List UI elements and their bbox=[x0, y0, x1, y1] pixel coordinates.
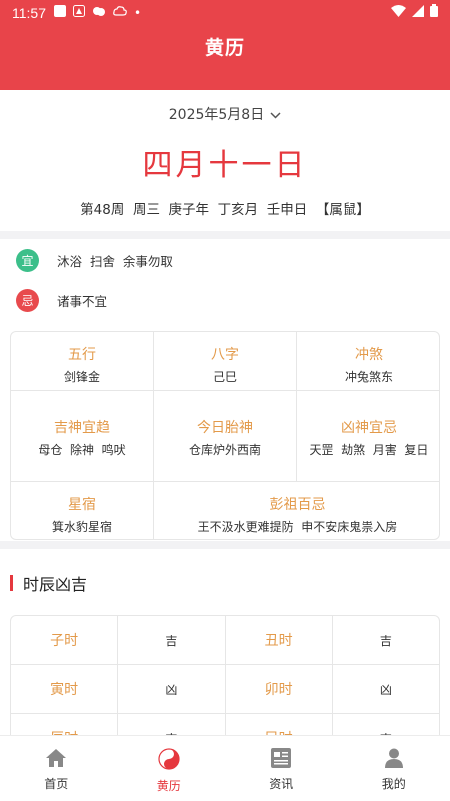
pengzu-value: 王不汲水更难提防 申不安床鬼祟入房 bbox=[197, 520, 398, 534]
chongsha-label: 冲煞 bbox=[355, 347, 383, 363]
jishen-label: 吉神宜趋 bbox=[54, 420, 110, 436]
pengzu-label: 彭祖百忌 bbox=[269, 497, 326, 513]
pengzu-cell: 彭祖百忌 王不汲水更难提防 申不安床鬼祟入房 bbox=[154, 482, 439, 539]
tab-home[interactable]: 首页 bbox=[0, 736, 113, 801]
tab-almanac-label: 黄历 bbox=[156, 779, 181, 793]
day-ganzhi: 壬申日 bbox=[266, 202, 308, 218]
jishen-value: 母仓 除神 鸣吠 bbox=[38, 443, 126, 457]
hour-value: 吉 bbox=[118, 714, 226, 735]
wuxing-label: 五行 bbox=[68, 347, 96, 363]
hour-name: 辰时 bbox=[11, 714, 119, 735]
title-accent-bar bbox=[10, 575, 13, 591]
selected-date: 2025年5月8日 bbox=[168, 107, 265, 123]
hour-name: 巳时 bbox=[226, 714, 333, 735]
tab-news[interactable]: 资讯 bbox=[225, 736, 338, 801]
chevron-down-icon bbox=[270, 109, 281, 122]
hours-section: 时辰凶吉 子时 吉 丑时 吉 寅时 凶 卯时 凶 辰时 吉 巳时 吉 bbox=[0, 549, 450, 735]
table-row: 辰时 吉 巳时 吉 bbox=[11, 714, 439, 735]
chongsha-cell: 冲煞 冲兔煞东 bbox=[297, 332, 439, 391]
app-header: 11:57 • 黄历 bbox=[0, 0, 450, 90]
hour-name: 卯时 bbox=[226, 665, 333, 713]
tab-home-label: 首页 bbox=[44, 777, 69, 791]
tab-news-label: 资讯 bbox=[269, 777, 294, 791]
date-picker[interactable]: 2025年5月8日 bbox=[0, 104, 450, 124]
almanac-info-grid: 五行 剑锋金 八字 己巳 冲煞 冲兔煞东 吉神宜趋 母仓 除神 鸣吠 今日胎神 … bbox=[10, 331, 440, 540]
yi-row: 宜 沐浴 扫舍 余事勿取 bbox=[16, 249, 173, 272]
wuxing-cell: 五行 剑锋金 bbox=[11, 332, 154, 391]
hours-title-text: 时辰凶吉 bbox=[23, 575, 88, 594]
battery-icon bbox=[430, 4, 438, 21]
zodiac: 【属鼠】 bbox=[315, 202, 370, 218]
taishen-value: 仓库炉外西南 bbox=[188, 443, 261, 457]
date-card: 2025年5月8日 四月十一日 第48周 周三 庚子年 丁亥月 壬申日 【属鼠】 bbox=[0, 90, 450, 231]
xingsu-cell: 星宿 箕水豹星宿 bbox=[11, 482, 154, 539]
page-title: 黄历 bbox=[204, 37, 245, 59]
hour-value: 凶 bbox=[379, 682, 392, 697]
status-time: 11:57 bbox=[12, 4, 46, 21]
yi-badge: 宜 bbox=[16, 249, 39, 272]
news-icon bbox=[271, 748, 292, 772]
tab-almanac[interactable]: 黄历 bbox=[113, 736, 226, 801]
lunar-date: 四月十一日 bbox=[142, 148, 308, 183]
signal-icon bbox=[412, 4, 424, 21]
chongsha-value: 冲兔煞东 bbox=[344, 370, 393, 384]
xingsu-value: 箕水豹星宿 bbox=[51, 520, 112, 534]
ji-badge: 忌 bbox=[16, 289, 39, 312]
almanac-info-section: 五行 剑锋金 八字 己巳 冲煞 冲兔煞东 吉神宜趋 母仓 除神 鸣吠 今日胎神 … bbox=[0, 319, 450, 541]
bazi-cell: 八字 己巳 bbox=[154, 332, 297, 391]
home-icon bbox=[45, 748, 67, 772]
week-number: 第48周 bbox=[80, 202, 125, 218]
hour-name: 子时 bbox=[11, 616, 119, 664]
hour-name: 丑时 bbox=[226, 616, 333, 664]
ji-text: 诸事不宜 bbox=[57, 294, 108, 309]
month-ganzhi: 丁亥月 bbox=[217, 202, 259, 218]
xiongshen-value: 天罡 劫煞 月害 复日 bbox=[309, 443, 429, 457]
tab-mine-label: 我的 bbox=[381, 777, 406, 791]
app-notification-icon bbox=[54, 5, 66, 20]
xiongshen-label: 凶神宜忌 bbox=[341, 420, 397, 436]
jishen-cell: 吉神宜趋 母仓 除神 鸣吠 bbox=[11, 391, 154, 482]
hour-value: 吉 bbox=[333, 714, 439, 736]
yi-ji-section: 宜 沐浴 扫舍 余事勿取 忌 诸事不宜 bbox=[0, 239, 450, 319]
hour-value: 凶 bbox=[118, 665, 226, 713]
weather-icon bbox=[92, 5, 106, 20]
xiongshen-cell: 凶神宜忌 天罡 劫煞 月害 复日 bbox=[297, 391, 439, 482]
hours-table: 子时 吉 丑时 吉 寅时 凶 卯时 凶 辰时 吉 巳时 吉 bbox=[10, 615, 440, 735]
table-row: 子时 吉 丑时 吉 bbox=[11, 616, 439, 665]
yi-text: 沐浴 扫舍 余事勿取 bbox=[57, 254, 173, 269]
bazi-label: 八字 bbox=[211, 347, 239, 363]
xingsu-label: 星宿 bbox=[68, 497, 96, 513]
taishen-cell: 今日胎神 仓库炉外西南 bbox=[154, 391, 297, 482]
hours-title: 时辰凶吉 bbox=[10, 571, 87, 595]
hour-name: 寅时 bbox=[11, 665, 119, 713]
notification-dot: • bbox=[134, 5, 142, 20]
hour-value: 吉 bbox=[379, 633, 392, 648]
ji-row: 忌 诸事不宜 bbox=[16, 289, 107, 312]
bottom-tab-bar: 首页 黄历 资讯 我的 bbox=[0, 735, 450, 801]
bazi-value: 己巳 bbox=[212, 370, 237, 384]
year-ganzhi: 庚子年 bbox=[168, 202, 210, 218]
wuxing-value: 剑锋金 bbox=[63, 370, 100, 384]
taishen-label: 今日胎神 bbox=[197, 420, 253, 436]
yin-yang-icon bbox=[158, 748, 180, 774]
weekday: 周三 bbox=[132, 202, 160, 218]
table-row: 寅时 凶 卯时 凶 bbox=[11, 665, 439, 714]
hour-value: 吉 bbox=[118, 616, 226, 664]
person-icon bbox=[384, 748, 404, 772]
image-notification-icon bbox=[73, 5, 85, 20]
ganzhi-line: 第48周 周三 庚子年 丁亥月 壬申日 【属鼠】 bbox=[0, 198, 450, 218]
cloud-icon bbox=[113, 5, 127, 20]
wifi-icon bbox=[391, 4, 406, 21]
status-bar: 11:57 • bbox=[0, 0, 450, 25]
tab-mine[interactable]: 我的 bbox=[338, 736, 450, 801]
